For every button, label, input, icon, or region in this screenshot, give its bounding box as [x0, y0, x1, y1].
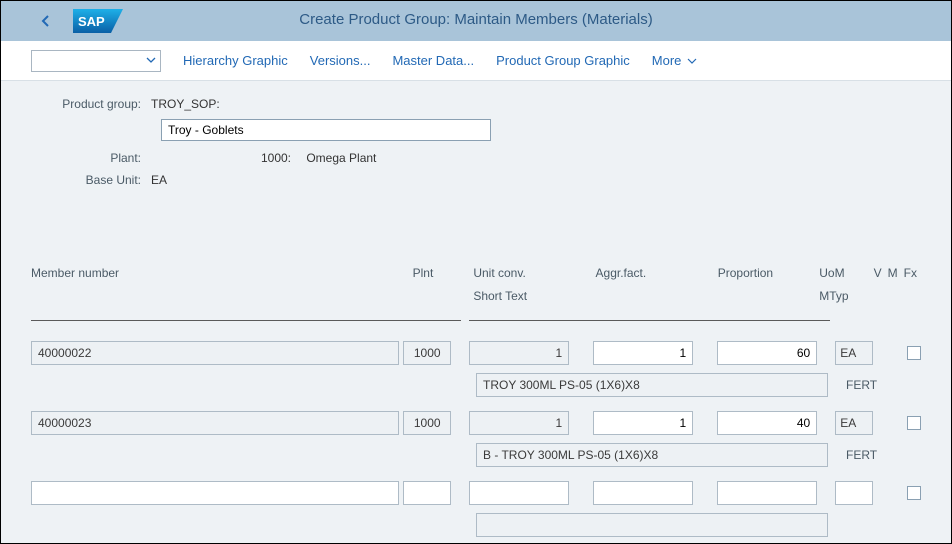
table-row: [31, 480, 921, 506]
mtyp-value: FERT: [846, 448, 877, 462]
menu-versions[interactable]: Versions...: [310, 53, 371, 68]
plant-input[interactable]: [403, 411, 451, 435]
col-fx: Fx: [904, 266, 917, 280]
plant-name: Omega Plant: [306, 151, 376, 165]
svg-text:SAP: SAP: [78, 14, 105, 29]
plant-label: Plant:: [31, 151, 151, 165]
menu-more[interactable]: More: [652, 53, 697, 68]
back-button[interactable]: [37, 12, 55, 30]
toolbar: Hierarchy Graphic Versions... Master Dat…: [1, 41, 951, 81]
proportion-input[interactable]: [717, 481, 817, 505]
proportion-input[interactable]: [717, 341, 817, 365]
short-text-input: [476, 513, 828, 537]
page-title: Create Product Group: Maintain Members (…: [299, 11, 652, 28]
plant-input[interactable]: [403, 481, 451, 505]
plant-value: 1000: Omega Plant: [151, 151, 376, 165]
fx-checkbox[interactable]: [907, 346, 921, 360]
menu-hierarchy-graphic[interactable]: Hierarchy Graphic: [183, 53, 288, 68]
table-row-sub: [31, 512, 921, 538]
menu-product-group-graphic[interactable]: Product Group Graphic: [496, 53, 630, 68]
sap-logo: SAP: [73, 9, 123, 33]
col-plnt: Plnt: [388, 266, 443, 280]
col-mtyp: MTyp: [819, 289, 864, 303]
col-m: M: [888, 266, 898, 280]
form-area: Product group: TROY_SOP: Plant: 1000: Om…: [1, 81, 951, 211]
col-v: V: [874, 266, 882, 280]
fx-checkbox[interactable]: [907, 416, 921, 430]
table-row: [31, 410, 921, 436]
aggr-fact-input[interactable]: [593, 481, 693, 505]
titlebar: SAP Create Product Group: Maintain Membe…: [1, 1, 951, 41]
member-number-input[interactable]: [31, 341, 399, 365]
col-uom: UoM: [819, 266, 864, 280]
unit-conv-input[interactable]: [469, 411, 569, 435]
uom-input[interactable]: [835, 481, 873, 505]
member-number-input[interactable]: [31, 411, 399, 435]
product-group-description[interactable]: [161, 119, 491, 141]
table-row-sub: FERT: [31, 372, 921, 398]
uom-input[interactable]: [835, 341, 873, 365]
mtyp-value: FERT: [846, 378, 877, 392]
plant-input[interactable]: [403, 341, 451, 365]
app-window: SAP Create Product Group: Maintain Membe…: [0, 0, 952, 544]
fx-checkbox[interactable]: [907, 486, 921, 500]
col-aggr-fact: Aggr.fact.: [596, 266, 718, 280]
base-unit-value: EA: [151, 173, 167, 187]
unit-conv-input[interactable]: [469, 341, 569, 365]
toolbar-dropdown[interactable]: [31, 50, 161, 72]
proportion-input[interactable]: [717, 411, 817, 435]
base-unit-label: Base Unit:: [31, 173, 151, 187]
menu-more-label: More: [652, 53, 682, 68]
aggr-fact-input[interactable]: [593, 411, 693, 435]
col-unit-conv: Unit conv.: [473, 266, 595, 280]
member-number-input[interactable]: [31, 481, 399, 505]
short-text-input: [476, 443, 828, 467]
product-group-label: Product group:: [31, 97, 151, 111]
table-row-sub: FERT: [31, 442, 921, 468]
col-member-number: Member number: [31, 266, 388, 280]
product-group-value: TROY_SOP:: [151, 97, 220, 111]
members-table: Member number Plnt Unit conv. Short Text…: [1, 266, 951, 538]
aggr-fact-input[interactable]: [593, 341, 693, 365]
table-row: [31, 340, 921, 366]
uom-input[interactable]: [835, 411, 873, 435]
col-short-text: Short Text: [473, 289, 595, 303]
menu-master-data[interactable]: Master Data...: [392, 53, 474, 68]
unit-conv-input[interactable]: [469, 481, 569, 505]
col-proportion: Proportion: [718, 266, 820, 280]
short-text-input: [476, 373, 828, 397]
plant-code: 1000:: [151, 151, 291, 165]
table-header: Member number Plnt Unit conv. Short Text…: [31, 266, 921, 314]
chevron-down-icon: [146, 54, 156, 68]
